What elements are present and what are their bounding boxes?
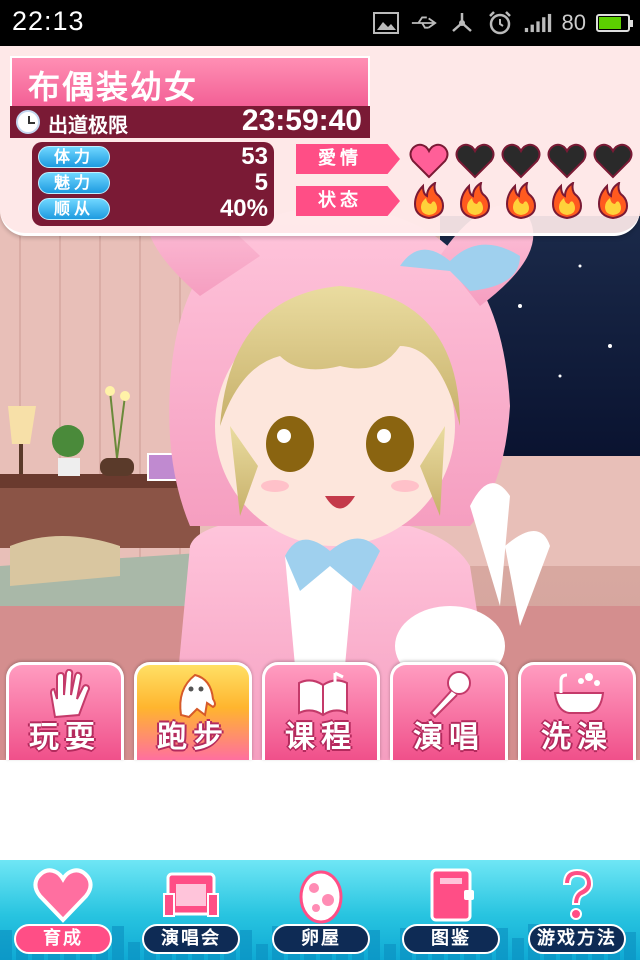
action-label: 玩耍 [29, 720, 101, 755]
action-label: 课程 [285, 720, 357, 755]
nav-label: 图鉴 [402, 924, 500, 954]
usb-icon [410, 9, 438, 37]
signal-icon [524, 9, 552, 37]
stat-value: 5 [254, 169, 268, 196]
fire-icon [454, 182, 496, 220]
deadline-bar: 出道极限 23:59:40 [10, 104, 370, 138]
action-lesson-button[interactable]: 课程 [262, 662, 380, 760]
question-icon [562, 868, 594, 920]
stat-label: 魅力 [38, 172, 110, 194]
action-buttons: 玩耍 跑步 课程 演唱 洗澡 [0, 662, 640, 760]
nav-egg-house[interactable]: 卵屋 [266, 860, 376, 960]
action-label: 跑步 [157, 720, 229, 755]
stat-label: 顺从 [38, 198, 110, 220]
action-run-button[interactable]: 跑步 [134, 662, 252, 760]
status-panel: 布偶装幼女 出道极限 23:59:40 体力 53 魅力 5 顺从 40% 愛情… [0, 46, 640, 236]
affection-label: 愛情 [296, 144, 400, 174]
heart-empty-icon [454, 142, 496, 180]
stat-value: 53 [241, 143, 268, 170]
stat-label: 体力 [38, 146, 110, 168]
nav-label: 卵屋 [272, 924, 370, 954]
heart-icon [33, 868, 93, 923]
action-play-button[interactable]: 玩耍 [6, 662, 124, 760]
heart-filled-icon [408, 142, 450, 180]
affection-hearts [408, 142, 634, 180]
nav-concert[interactable]: 演唱会 [136, 860, 246, 960]
image-icon [372, 9, 400, 37]
egg-icon [299, 870, 343, 924]
stat-stamina: 体力 53 [36, 143, 268, 170]
battery-icon [596, 14, 633, 32]
stage-icon [163, 872, 219, 917]
nav-label: 游戏方法 [528, 924, 626, 954]
deadline-timer: 23:59:40 [241, 104, 362, 137]
alarm-icon [486, 9, 514, 37]
nav-label: 育成 [14, 924, 112, 954]
nav-label: 演唱会 [142, 924, 240, 954]
nav-raise[interactable]: 育成 [8, 860, 118, 960]
tether-icon [448, 9, 476, 37]
heart-empty-icon [592, 142, 634, 180]
bottom-nav: 育成 演唱会 卵屋 图鉴 游戏方法 [0, 860, 640, 960]
nav-how-to-play[interactable]: 游戏方法 [522, 860, 632, 960]
condition-flames [408, 182, 634, 220]
action-sing-button[interactable]: 演唱 [390, 662, 508, 760]
nav-gallery[interactable]: 图鉴 [396, 860, 506, 960]
fire-icon [592, 182, 634, 220]
battery-percent: 80 [561, 10, 586, 35]
heart-empty-icon [500, 142, 542, 180]
book-icon [430, 868, 474, 922]
action-label: 演唱 [413, 720, 485, 755]
action-label: 洗澡 [541, 720, 613, 755]
deadline-label: 出道极限 [48, 113, 128, 137]
condition-label: 状态 [296, 186, 400, 216]
fire-icon [546, 182, 588, 220]
heart-empty-icon [546, 142, 588, 180]
fire-icon [408, 182, 450, 220]
status-icons: 80 [372, 8, 633, 38]
fire-icon [500, 182, 542, 220]
action-bath-button[interactable]: 洗澡 [518, 662, 636, 760]
stat-charm: 魅力 5 [36, 169, 268, 196]
status-bar: 22:13 80 [0, 0, 640, 46]
stat-value: 40% [219, 195, 268, 222]
status-time: 22:13 [12, 6, 85, 36]
stats-box: 体力 53 魅力 5 顺从 40% [32, 142, 274, 226]
stat-obedience: 顺从 40% [36, 195, 268, 222]
clock-icon [16, 110, 40, 134]
